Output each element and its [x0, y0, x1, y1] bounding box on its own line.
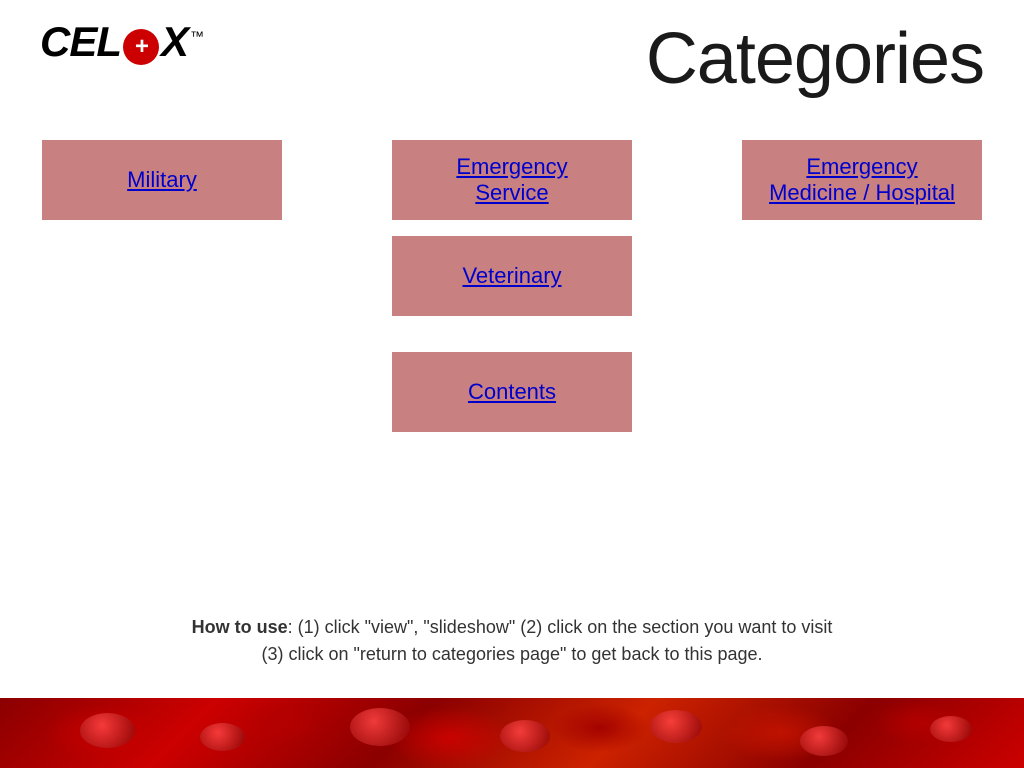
- instructions-text: : (1) click "view", "slideshow" (2) clic…: [261, 617, 832, 664]
- page-title: Categories: [646, 18, 984, 100]
- logo-trademark: ™: [190, 28, 203, 44]
- logo-text: CELX™: [40, 18, 203, 67]
- logo-cross-icon: [123, 29, 159, 65]
- category-veterinary[interactable]: Veterinary: [392, 236, 632, 316]
- instructions: How to use: (1) click "view", "slideshow…: [40, 614, 984, 668]
- logo: CELX™: [40, 18, 203, 67]
- footer-blood-bar: [0, 698, 1024, 768]
- emergency-service-label: EmergencyService: [456, 154, 567, 207]
- blood-cell-3: [350, 708, 410, 746]
- blood-cell-2: [200, 723, 245, 751]
- header: CELX™ Categories: [0, 0, 1024, 100]
- instructions-bold: How to use: [192, 617, 288, 637]
- categories-grid: Military EmergencyService EmergencyMedic…: [0, 140, 1024, 448]
- veterinary-label: Veterinary: [462, 263, 561, 289]
- category-emergency-medicine[interactable]: EmergencyMedicine / Hospital: [742, 140, 982, 220]
- contents-label: Contents: [468, 379, 556, 405]
- blood-cell-7: [930, 716, 972, 742]
- categories-row-1: Military EmergencyService EmergencyMedic…: [42, 140, 982, 220]
- category-emergency-service[interactable]: EmergencyService: [392, 140, 632, 220]
- category-military[interactable]: Military: [42, 140, 282, 220]
- blood-cell-1: [80, 713, 135, 748]
- categories-row-3: Contents: [42, 352, 982, 432]
- military-label: Military: [127, 167, 197, 193]
- categories-row-2: Veterinary: [42, 236, 982, 316]
- category-contents[interactable]: Contents: [392, 352, 632, 432]
- blood-cell-6: [800, 726, 848, 756]
- blood-cell-5: [650, 710, 702, 743]
- blood-cell-4: [500, 720, 550, 752]
- emergency-medicine-label: EmergencyMedicine / Hospital: [769, 154, 955, 207]
